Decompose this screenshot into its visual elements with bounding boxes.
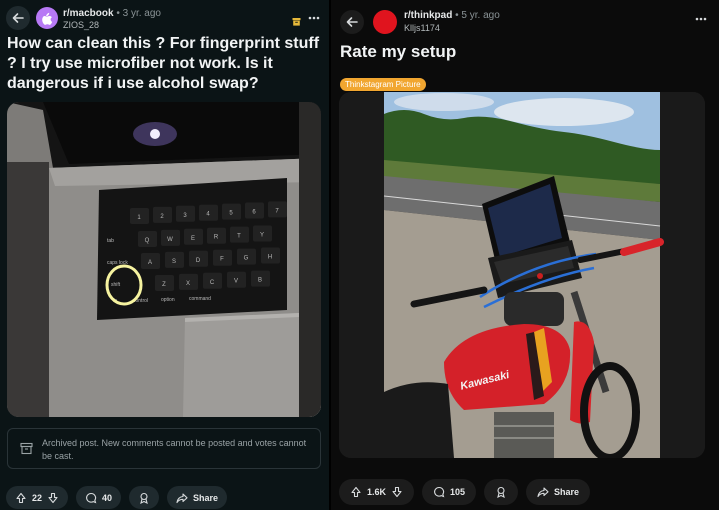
- vote-control: 1.6K: [339, 479, 415, 505]
- apple-logo-icon: [42, 12, 53, 25]
- post-title[interactable]: Rate my setup: [340, 42, 456, 62]
- keyboard-key-label: D: [196, 258, 201, 264]
- archived-notice: Archived post. New comments cannot be po…: [7, 428, 321, 469]
- post-age: • 5 yr. ago: [452, 10, 500, 21]
- share-icon: [537, 487, 549, 498]
- right-post-pane: r/thinkpad • 5 yr. ago Klljs1174 Rate my…: [331, 0, 719, 510]
- more-options-icon[interactable]: [308, 11, 320, 23]
- subreddit-name[interactable]: r/thinkpad • 5 yr. ago: [404, 10, 500, 21]
- back-button[interactable]: [340, 10, 364, 34]
- award-button[interactable]: [129, 486, 160, 509]
- keyboard-key-label: R: [214, 235, 219, 241]
- post-image[interactable]: Kawasaki: [339, 92, 705, 458]
- right-actions-bar: 1.6K 105 Share: [339, 479, 591, 505]
- share-button[interactable]: Share: [526, 479, 591, 505]
- username[interactable]: ZIOS_28: [63, 20, 99, 30]
- archive-box-icon: [20, 442, 33, 455]
- keyboard-key-label: V: [234, 279, 238, 285]
- subreddit-avatar[interactable]: [373, 10, 397, 34]
- left-actions-bar: 22 40 Share: [6, 486, 228, 509]
- keyboard-key-label: Z: [162, 282, 166, 288]
- username[interactable]: Klljs1174: [404, 23, 440, 33]
- keyboard-key-label: command: [189, 296, 211, 302]
- award-icon: [140, 492, 148, 504]
- keyboard-key-label: C: [210, 280, 215, 286]
- downvote-icon[interactable]: [391, 486, 403, 498]
- upvote-icon[interactable]: [350, 486, 362, 498]
- comments-button[interactable]: 105: [422, 479, 477, 505]
- post-age: • 3 yr. ago: [113, 8, 161, 19]
- subreddit-label[interactable]: r/thinkpad: [404, 10, 452, 21]
- keyboard-key-label: Y: [260, 233, 264, 239]
- vote-count: 1.6K: [367, 487, 387, 497]
- post-flair[interactable]: Thinkstagram Picture: [340, 78, 426, 91]
- keyboard-key-label: Q: [145, 238, 150, 244]
- keyboard-key-label: E: [191, 236, 195, 242]
- award-button[interactable]: [484, 479, 519, 505]
- keyboard-key-label: G: [244, 256, 249, 262]
- post-title[interactable]: How can clean this ? For fingerprint stu…: [7, 34, 327, 94]
- subreddit-label[interactable]: r/macbook: [63, 8, 114, 19]
- comments-button[interactable]: 40: [76, 486, 122, 509]
- keyboard-key-label: F: [220, 257, 224, 263]
- left-post-pane: r/macbook • 3 yr. ago ZIOS_28 How can cl…: [0, 0, 329, 510]
- keyboard-key-label: B: [258, 278, 262, 284]
- thinkpad-motorcycle-photo: Kawasaki: [339, 92, 705, 458]
- keyboard-key-label: A: [148, 260, 152, 266]
- arrow-left-icon: [12, 13, 24, 23]
- keyboard-key-label: T: [237, 234, 241, 240]
- comment-icon: [86, 492, 97, 503]
- subreddit-avatar[interactable]: [36, 7, 58, 29]
- archive-badge-icon: [292, 13, 301, 26]
- vote-control: 22: [6, 486, 69, 509]
- keyboard-key-label: X: [186, 281, 190, 287]
- macbook-keyboard-photo: 1234567 QWERTY ASDFGH ZXCVB tabcaps lock…: [7, 102, 321, 417]
- comment-icon: [434, 486, 445, 498]
- subreddit-name[interactable]: r/macbook • 3 yr. ago: [63, 8, 161, 19]
- share-label: Share: [554, 487, 580, 497]
- archived-text: Archived post. New comments cannot be po…: [42, 438, 307, 461]
- keyboard-key-label: S: [172, 259, 176, 265]
- share-button[interactable]: Share: [167, 486, 228, 509]
- keyboard-key-label: shift: [111, 282, 121, 288]
- comment-count: 105: [450, 487, 466, 497]
- share-icon: [176, 492, 188, 503]
- more-options-icon[interactable]: [695, 12, 707, 24]
- keyboard-key-label: tab: [107, 238, 114, 244]
- back-button[interactable]: [6, 6, 30, 30]
- share-label: Share: [193, 492, 219, 503]
- award-icon: [497, 486, 505, 498]
- vote-count: 22: [32, 492, 43, 503]
- comment-count: 40: [102, 492, 113, 503]
- downvote-icon[interactable]: [47, 492, 59, 504]
- post-image[interactable]: 1234567 QWERTY ASDFGH ZXCVB tab caps lock…: [7, 102, 321, 417]
- keyboard-key-label: H: [268, 255, 272, 261]
- keyboard-key-label: W: [167, 237, 173, 243]
- arrow-left-icon: [346, 17, 358, 27]
- upvote-icon[interactable]: [15, 492, 27, 504]
- keyboard-key-label: option: [161, 297, 175, 303]
